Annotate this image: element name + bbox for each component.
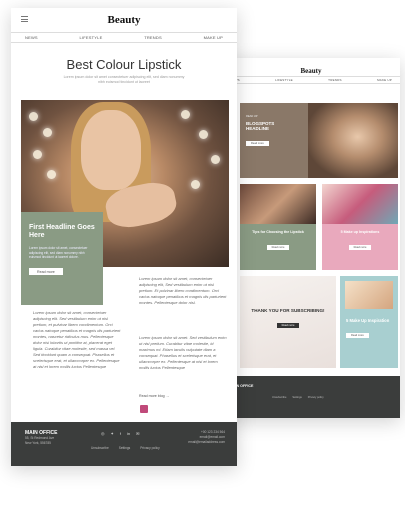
instagram-icon[interactable]: ◎ [101,431,105,436]
page-title: Best Colour Lipstick [66,57,182,72]
footer-link-settings[interactable]: Settings [292,396,301,399]
tile-lipstick: Tips for Choosing the Lipstick Read more [240,184,316,270]
light-bulb [191,180,200,189]
nav-bar: NEWS LIFESTYLE TRENDS MAKE UP [11,32,237,43]
tile-inspiration: 5 Make Up Inspiration Read more [340,276,398,368]
article-paragraph: Lorem ipsum dolor sit amet. Sed vestibul… [139,335,227,370]
nav-trends[interactable]: TRENDS [328,78,342,82]
twitter-icon[interactable]: ✦ [111,431,114,436]
tile-inspirations: 5 Make up Inspirations Read more [322,184,398,270]
tile-photo [240,184,316,224]
light-bulb [33,150,42,159]
footer-link-unsubscribe[interactable]: Unsubscribe [91,446,109,450]
newsletter-preview-secondary: Beauty NEWS LIFESTYLE TRENDS MAKE UP REA… [222,58,400,418]
nav-bar: NEWS LIFESTYLE TRENDS MAKE UP [222,76,400,84]
light-bulb [181,110,190,119]
feature-read-more-button[interactable]: Read more [29,268,63,276]
logo: Beauty [107,14,141,26]
tile-title: 5 Make Up Inspiration [346,318,390,323]
article-paragraph: Lorem ipsum dolor sit amet, consectetuer… [139,276,227,305]
nav-news[interactable]: NEWS [25,35,38,40]
banner-button[interactable]: Read more [246,141,269,147]
nav-makeup[interactable]: MAKE UP [377,78,392,82]
logo: Beauty [300,67,322,75]
subscribe-button[interactable]: Read more [276,323,300,329]
email-icon[interactable]: ✉ [136,431,139,436]
light-bulb [199,130,208,139]
feature-title: First Headline Goes Here [29,224,95,239]
facebook-icon[interactable]: f [120,431,121,436]
brand-logo-icon [140,405,148,413]
tile-photo [345,281,393,309]
footer: MAIN OFFICE Unsubscribe Settings Privacy… [222,376,400,418]
tile-button[interactable]: Read more [346,333,369,339]
footer-link-privacy[interactable]: Privacy policy [308,396,324,399]
footer-email-2[interactable]: email@emailaddress.com [188,440,225,445]
banner-title: BLOGSPOTS HEADLINE [246,120,275,131]
nav-trends[interactable]: TRENDS [144,35,162,40]
banner-photo [308,103,398,178]
light-bulb [43,128,52,137]
light-bulb [29,112,38,121]
newsletter-preview-main: Beauty NEWS LIFESTYLE TRENDS MAKE UP Bes… [11,8,237,466]
nav-lifestyle[interactable]: LIFESTYLE [275,78,293,82]
subscribe-title: THANK YOU FOR SUBSCRIBING! [251,308,325,313]
article-paragraph: Lorem ipsum dolor sit amet, consectetuer… [33,310,121,369]
feature-text: Lorem ipsum dolor sit amet, consectetuer… [29,246,88,260]
blog-banner: READ UP BLOGSPOTS HEADLINE Read more [240,103,398,178]
light-bulb [211,155,220,164]
tile-title: Tips for Choosing the Lipstick [252,230,304,234]
tile-button[interactable]: Read more [266,245,290,251]
footer-link-settings[interactable]: Settings [119,446,131,450]
linkedin-icon[interactable]: in [127,431,130,436]
feature-card: First Headline Goes Here Lorem ipsum dol… [21,212,103,305]
model-face [81,110,141,190]
footer-contact: +00 123 234 564 email@email.com email@em… [188,430,225,444]
tile-button[interactable]: Read more [348,245,372,251]
tile-photo [322,184,398,224]
nav-lifestyle[interactable]: LIFESTYLE [80,35,103,40]
footer: MAIN OFFICE 55, St Redmond Ave New York,… [11,422,237,466]
banner-label: READ UP [246,115,258,118]
tile-title: 5 Make up Inspirations [340,230,380,234]
light-bulb [47,170,56,179]
read-more-link[interactable]: Read more blog → [139,394,169,398]
footer-link-privacy[interactable]: Privacy policy [140,446,160,450]
nav-makeup[interactable]: MAKE UP [204,35,223,40]
page-subtitle: Lorem ipsum dolor sit amet consectetuer … [63,75,185,84]
footer-link-unsubscribe[interactable]: Unsubscribe [272,396,286,399]
subscribe-panel: THANK YOU FOR SUBSCRIBING! Read more [240,276,336,368]
footer-title: MAIN OFFICE [230,384,254,388]
header: Beauty [11,8,237,32]
